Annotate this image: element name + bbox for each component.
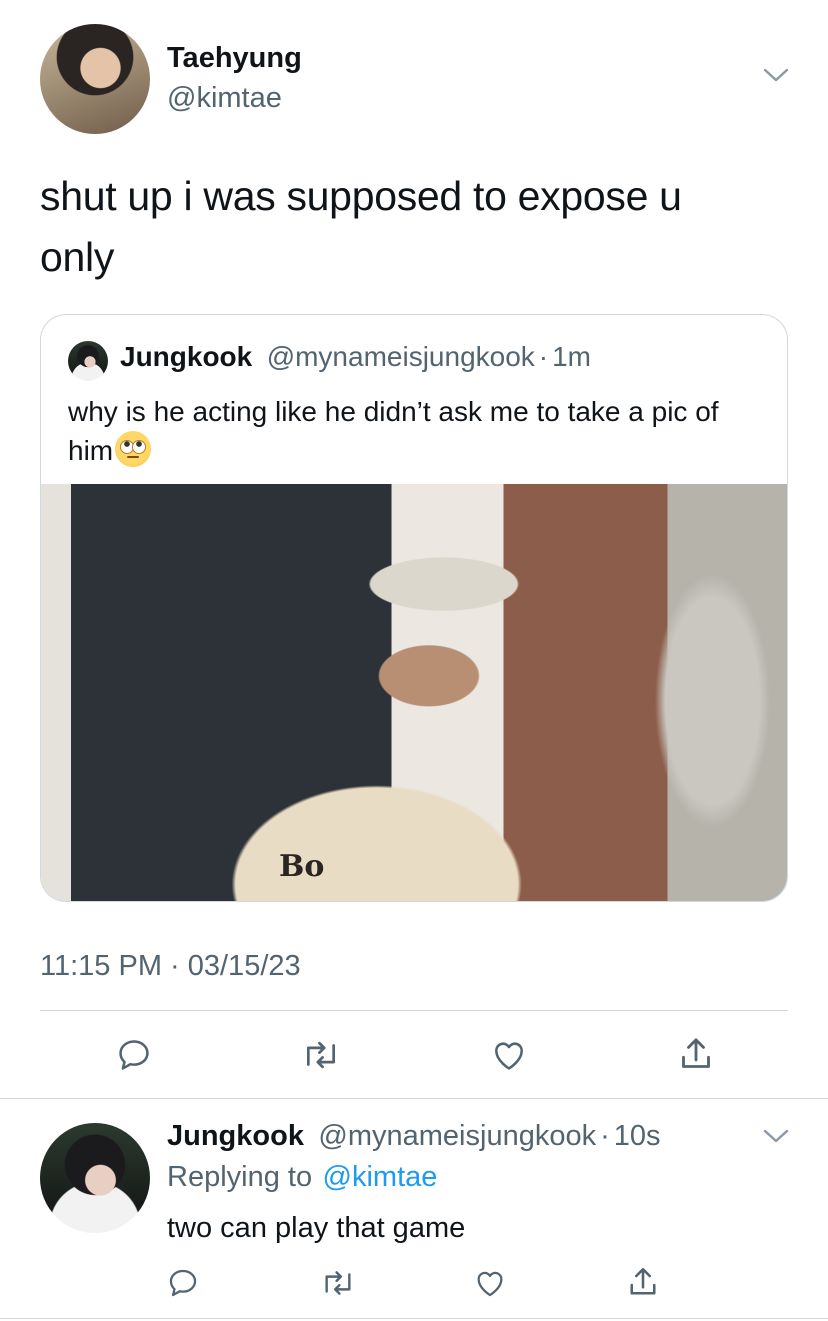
reply-author-avatar[interactable] bbox=[40, 1123, 150, 1233]
quoted-text-block: why is he acting like he didn’t ask me t… bbox=[68, 393, 758, 470]
quoted-author-name: Jungkook bbox=[120, 341, 253, 372]
tweet-text: shut up i was supposed to expose u only bbox=[40, 173, 682, 280]
reply-text: two can play that game bbox=[167, 1212, 466, 1244]
photo-shirt-text: Bo bbox=[279, 849, 325, 884]
retweet-icon[interactable] bbox=[319, 1266, 357, 1300]
replying-to-link[interactable]: @kimtae bbox=[323, 1161, 438, 1193]
divider bbox=[0, 1318, 828, 1319]
reply-separator: · bbox=[600, 1120, 610, 1152]
quoted-author-handle: @mynameisjungkook bbox=[266, 341, 535, 372]
author-handle[interactable]: @kimtae bbox=[167, 82, 282, 115]
rolling-eyes-emoji-icon bbox=[115, 431, 152, 467]
share-icon[interactable] bbox=[676, 1034, 716, 1074]
like-icon[interactable] bbox=[489, 1036, 529, 1074]
author-avatar[interactable] bbox=[40, 24, 150, 134]
quoted-header: Jungkook @mynameisjungkook · 1m bbox=[120, 341, 591, 373]
author-name[interactable]: Taehyung bbox=[167, 42, 302, 75]
replying-to-line: Replying to @kimtae bbox=[167, 1161, 437, 1194]
quoted-age: 1m bbox=[552, 341, 592, 372]
quoted-tweet-card[interactable]: Jungkook @mynameisjungkook · 1m why is he … bbox=[40, 314, 788, 902]
tweet-timestamp[interactable]: 11:15 PM · 03/15/23 bbox=[40, 950, 301, 983]
divider bbox=[0, 1098, 828, 1099]
quoted-text: why is he acting like he didn’t ask me t… bbox=[68, 396, 719, 466]
chevron-down-icon[interactable] bbox=[762, 66, 790, 89]
reply-icon[interactable] bbox=[115, 1036, 153, 1074]
reply-icon[interactable] bbox=[166, 1266, 200, 1300]
quoted-separator: · bbox=[538, 341, 549, 372]
reply-author-handle[interactable]: @mynameisjungkook bbox=[318, 1120, 596, 1152]
reply-author-name[interactable]: Jungkook bbox=[167, 1120, 304, 1152]
quoted-author-avatar bbox=[68, 341, 108, 381]
reply-age: 10s bbox=[613, 1120, 661, 1152]
divider bbox=[40, 1010, 788, 1011]
share-icon[interactable] bbox=[625, 1264, 661, 1300]
like-icon[interactable] bbox=[472, 1266, 508, 1300]
reply-header: Jungkook @mynameisjungkook · 10s bbox=[167, 1120, 661, 1153]
quoted-photo[interactable]: Bo bbox=[41, 484, 787, 901]
replying-to-label: Replying to bbox=[167, 1161, 313, 1193]
chevron-down-icon[interactable] bbox=[762, 1127, 790, 1150]
retweet-icon[interactable] bbox=[300, 1036, 342, 1074]
